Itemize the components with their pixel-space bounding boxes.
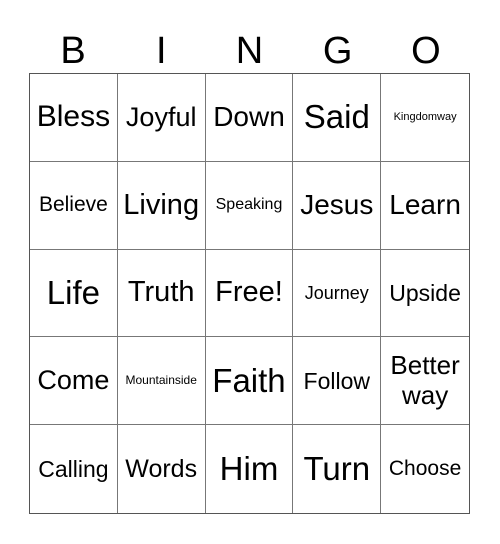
bingo-cell[interactable]: Learn — [381, 162, 469, 250]
bingo-cell[interactable]: Turn — [293, 425, 382, 513]
bingo-cell[interactable]: Speaking — [205, 161, 294, 250]
bingo-cell[interactable]: Bless — [30, 74, 118, 162]
bingo-cell[interactable]: Mountainside — [117, 337, 206, 426]
bingo-cell[interactable]: Jesus — [293, 161, 382, 250]
bingo-cell[interactable]: Joyful — [117, 74, 206, 162]
bingo-cell[interactable]: Life — [30, 249, 118, 338]
bingo-cell[interactable]: Words — [118, 425, 206, 513]
bingo-cell[interactable]: Living — [117, 161, 206, 250]
header-letter-n: N — [235, 30, 264, 72]
header-letter-o: O — [411, 30, 441, 72]
bingo-cell[interactable]: Better way — [381, 337, 469, 426]
header-letter-b: B — [60, 30, 86, 72]
header-letter-i: I — [156, 30, 167, 72]
bingo-cell[interactable]: Journey — [293, 249, 382, 338]
bingo-cell[interactable]: Believe — [30, 161, 118, 250]
bingo-cell[interactable]: Down — [205, 74, 294, 162]
bingo-cell[interactable]: Said — [293, 74, 382, 162]
bingo-board: Bless Joyful Down Said Kingdomway Believ… — [29, 73, 470, 514]
bingo-cell[interactable]: Choose — [381, 425, 469, 513]
bingo-cell[interactable]: Kingdomway — [381, 74, 469, 162]
header-letter-g: G — [322, 30, 353, 72]
bingo-cell[interactable]: Follow — [293, 337, 382, 426]
bingo-cell[interactable]: Truth — [117, 249, 206, 338]
bingo-cell[interactable]: Faith — [205, 337, 294, 426]
bingo-cell[interactable]: Free! — [205, 249, 294, 338]
bingo-cell[interactable]: Calling — [30, 425, 118, 513]
bingo-cell[interactable]: Him — [206, 425, 294, 513]
bingo-header: B I N G O — [29, 30, 470, 72]
bingo-cell[interactable]: Come — [30, 337, 118, 426]
bingo-cell[interactable]: Upside — [381, 250, 469, 338]
